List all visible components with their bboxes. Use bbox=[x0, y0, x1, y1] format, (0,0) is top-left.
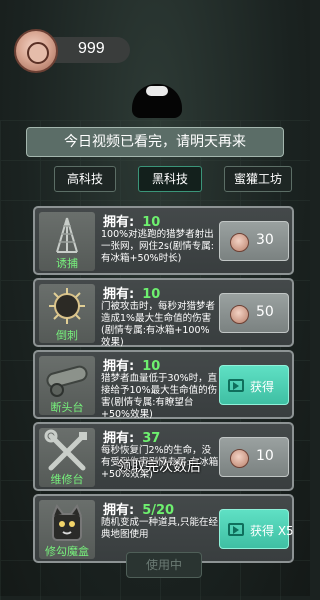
item-name: 断头台 bbox=[50, 401, 84, 414]
buy-button[interactable]: 50 bbox=[219, 293, 289, 333]
coin-face-icon bbox=[14, 29, 58, 73]
own-count: 拥有: 37 bbox=[103, 431, 161, 446]
currency-amount: 999 bbox=[78, 40, 105, 57]
own-count: 拥有: 10 bbox=[103, 287, 161, 302]
video-icon bbox=[228, 379, 244, 392]
tab-high-tech[interactable]: 高科技 bbox=[54, 166, 116, 192]
item-name: 维修台 bbox=[50, 473, 84, 486]
honey-badger-mascot bbox=[128, 78, 186, 118]
price: 10 bbox=[256, 448, 274, 464]
own-count: 拥有: 10 bbox=[103, 215, 161, 230]
item-description: 猎梦者血量低于30%时，直接给予10%最大生命值的伤害(剧情专属:有瞭望台+50… bbox=[101, 373, 218, 420]
watch-video-button[interactable]: 获得 X5 bbox=[219, 509, 294, 549]
item-card-spike: 倒刺 拥有: 10 门被攻击时，每秒对猎梦者造成1%最大生命值的伤害(剧情专属:有… bbox=[33, 278, 294, 348]
video-button-label: 获得 bbox=[250, 380, 275, 394]
watch-video-button[interactable]: 获得 bbox=[219, 365, 289, 405]
currency-display: 999 bbox=[14, 29, 130, 73]
tab-badger-workshop[interactable]: 蜜獾工坊 bbox=[224, 166, 292, 192]
buy-button[interactable]: 10 bbox=[219, 437, 289, 477]
video-icon bbox=[228, 523, 244, 536]
own-count: 拥有: 5/20 bbox=[103, 503, 175, 518]
item-name: 修勾魔盒 bbox=[45, 545, 89, 558]
video-button-label: 获得 X5 bbox=[250, 524, 294, 538]
overlay-message: 领取完次数后 bbox=[117, 459, 201, 475]
buy-button[interactable]: 30 bbox=[219, 221, 289, 261]
price: 50 bbox=[256, 304, 274, 320]
toast-message: 今日视频已看完，请明天再来 bbox=[26, 127, 284, 157]
item-description: 门被攻击时，每秒对猎梦者造成1%最大生命值的伤害(剧情专属:有冰箱+100%效果… bbox=[101, 301, 216, 348]
coin-icon bbox=[230, 305, 249, 324]
item-card-trap: 诱捕 拥有: 10 100%对逃跑的猎梦者射出一张网，网住2s(剧情专属:有冰箱+… bbox=[33, 206, 294, 275]
in-use-button[interactable]: 使用中 bbox=[126, 552, 202, 578]
coin-icon bbox=[230, 449, 249, 468]
item-name: 诱捕 bbox=[56, 257, 78, 270]
coin-icon bbox=[230, 233, 249, 252]
item-card-guillotine: 断头台 拥有: 10 猎梦者血量低于30%时，直接给予10%最大生命值的伤害(剧情… bbox=[33, 350, 294, 420]
item-description: 随机变成一种道具,只能在经典地图使用 bbox=[101, 517, 219, 540]
price: 30 bbox=[256, 232, 274, 248]
item-description: 100%对逃跑的猎梦者射出一张网，网住2s(剧情专属:有冰箱+50%时长) bbox=[101, 229, 214, 264]
tab-black-tech[interactable]: 黑科技 bbox=[138, 166, 202, 192]
own-count: 拥有: 10 bbox=[103, 359, 161, 374]
item-name: 倒刺 bbox=[56, 329, 78, 342]
